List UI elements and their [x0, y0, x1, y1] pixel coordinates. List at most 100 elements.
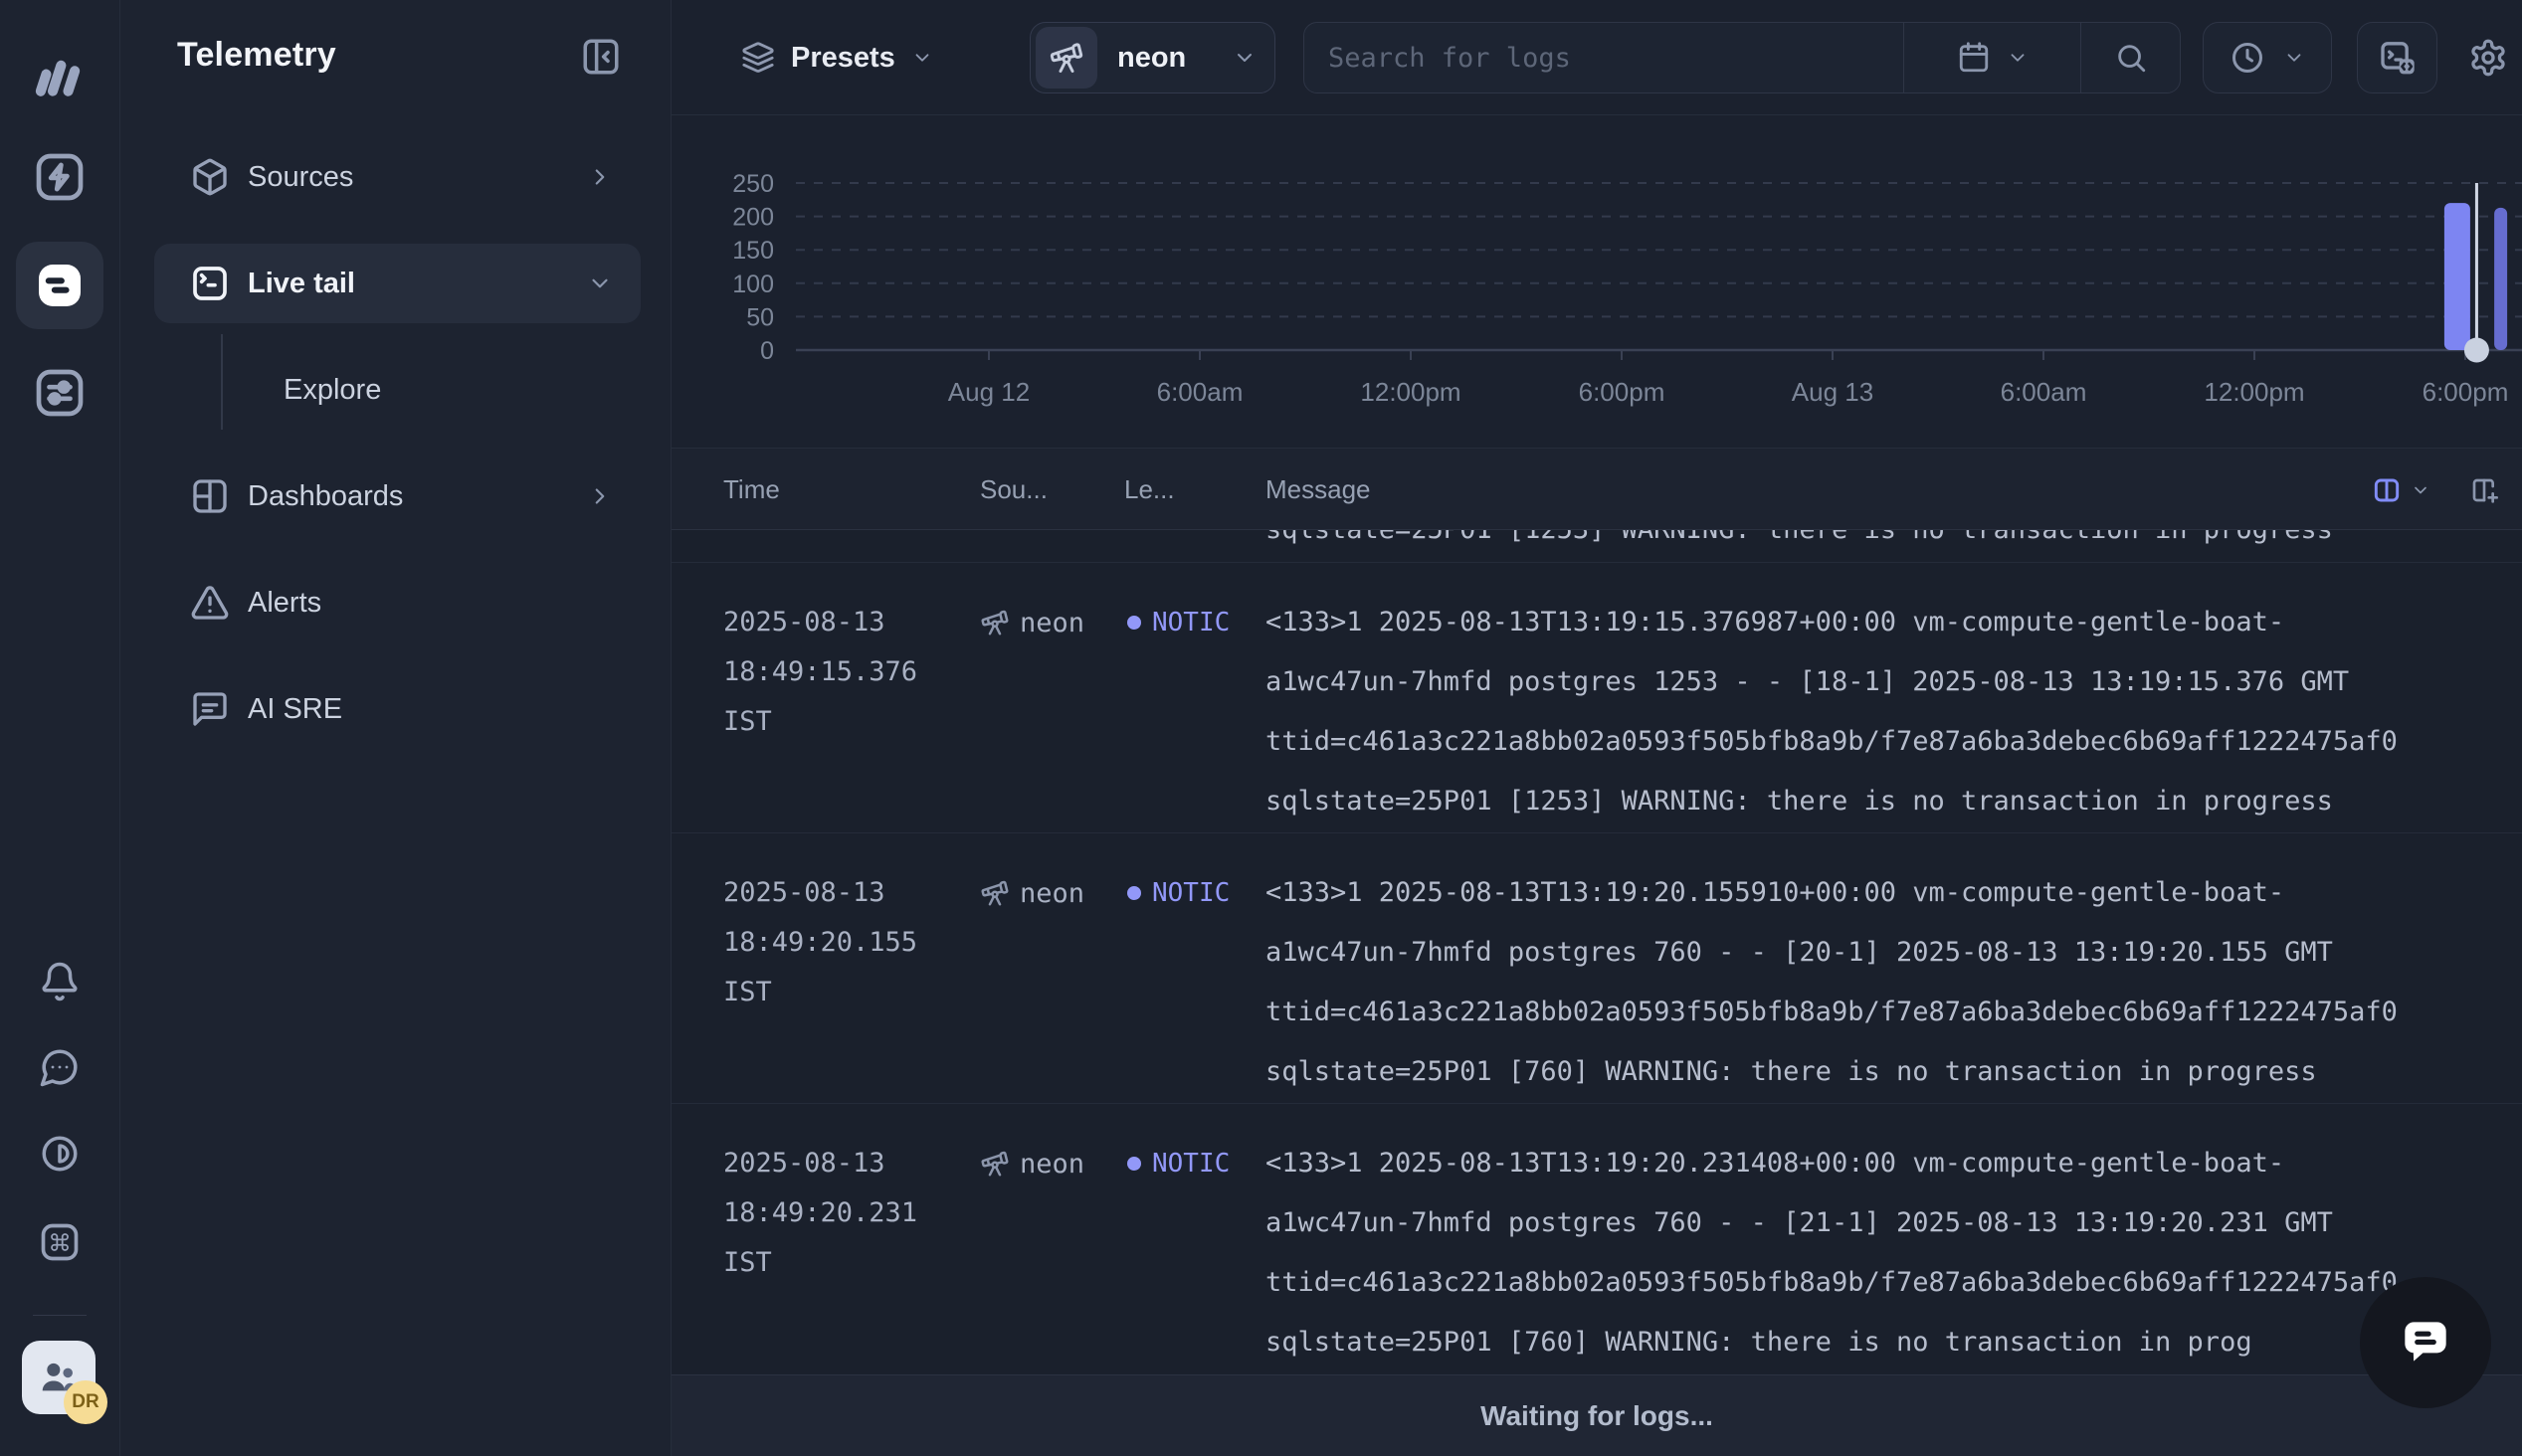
presets-label: Presets — [791, 42, 895, 75]
calendar-icon — [1957, 41, 1991, 75]
chevron-down-icon — [1233, 46, 1257, 70]
log-source-name: neon — [1020, 608, 1084, 638]
chat-launcher-button[interactable] — [2360, 1277, 2491, 1408]
log-row-partial[interactable]: sqlstate=25P01 [1253] WARNING: there is … — [672, 530, 2522, 562]
icon-rail: DR — [0, 0, 120, 1456]
pipelines-sliders-icon[interactable] — [32, 365, 88, 421]
chat-bubble-icon — [2395, 1312, 2456, 1373]
svg-text:Aug 12: Aug 12 — [948, 377, 1030, 407]
log-source: neon — [980, 1134, 1084, 1193]
log-row[interactable]: 2025-08-1318:49:20.155IST neon NOTIC <13… — [672, 832, 2522, 1103]
logs-icon[interactable] — [32, 258, 88, 313]
cube-icon — [190, 157, 230, 197]
column-layout-dropdown[interactable] — [2371, 474, 2430, 506]
chevron-down-icon — [2007, 47, 2029, 69]
table-tools — [2371, 449, 2500, 531]
chevron-right-icon — [587, 164, 613, 190]
sidebar-item-sources[interactable]: Sources — [154, 137, 641, 217]
waiting-for-logs-status: Waiting for logs... — [1480, 1400, 1713, 1432]
add-column-button[interactable] — [2468, 474, 2500, 506]
middleware-logo[interactable] — [33, 52, 87, 101]
rail-divider — [33, 1315, 87, 1316]
sidebar-collapse-icon[interactable] — [580, 36, 622, 78]
sidebar-item-live-tail[interactable]: Live tail — [154, 244, 641, 323]
topbar: Presets neon — [672, 0, 2522, 115]
quick-actions-zap-icon[interactable] — [32, 149, 88, 205]
log-row[interactable]: 2025-08-1318:49:20.231IST neon NOTIC <13… — [672, 1103, 2522, 1373]
add-column-icon — [2468, 474, 2500, 506]
sidebar: Telemetry Sources Live tail Explore — [120, 0, 672, 1456]
layers-icon — [741, 41, 775, 75]
log-level-label: NOTIC — [1152, 608, 1230, 637]
svg-text:12:00pm: 12:00pm — [1360, 377, 1460, 407]
column-header-time[interactable]: Time — [723, 449, 780, 531]
log-table-header: Time Sou... Le... Message — [672, 448, 2522, 530]
level-dot-icon — [1127, 616, 1141, 630]
chevron-right-icon — [587, 483, 613, 509]
svg-text:6:00am: 6:00am — [1157, 377, 1244, 407]
svg-text:250: 250 — [732, 170, 774, 198]
theme-contrast-icon[interactable] — [39, 1133, 81, 1175]
dashboard-grid-icon — [190, 476, 230, 516]
log-source-name: neon — [1020, 878, 1084, 909]
settings-gear-icon[interactable] — [2468, 38, 2508, 78]
logs-volume-chart-wrap: 050100150200250Aug 126:00am12:00pm6:00pm… — [672, 115, 2522, 448]
sidebar-item-alerts[interactable]: Alerts — [154, 563, 641, 642]
sidebar-item-explore[interactable]: Explore — [154, 350, 641, 430]
log-source: neon — [980, 863, 1084, 923]
notifications-bell-icon[interactable] — [39, 961, 81, 1002]
sidebar-item-label: Dashboards — [248, 480, 587, 513]
user-avatar[interactable]: DR — [22, 1341, 96, 1414]
live-tail-terminal-button[interactable] — [2357, 22, 2437, 93]
log-search-bar — [1303, 22, 2181, 93]
svg-text:50: 50 — [746, 303, 774, 331]
column-header-message[interactable]: Message — [1265, 449, 1371, 531]
main-content: Presets neon — [672, 0, 2522, 1456]
source-filter-value: neon — [1117, 42, 1213, 75]
telescope-icon — [980, 878, 1010, 908]
column-header-level[interactable]: Le... — [1124, 449, 1175, 531]
feedback-chat-icon[interactable] — [39, 1046, 81, 1088]
user-initials-badge: DR — [64, 1380, 107, 1424]
page-title: Telemetry — [177, 36, 336, 75]
telescope-icon — [1036, 27, 1097, 89]
svg-text:6:00pm: 6:00pm — [1579, 377, 1665, 407]
telescope-icon — [980, 608, 1010, 637]
search-icon — [2114, 41, 2148, 75]
log-source: neon — [980, 593, 1084, 652]
log-message: <133>1 2025-08-13T13:19:20.231408+00:00 … — [1265, 1134, 2522, 1372]
terminal-code-icon — [2378, 38, 2418, 78]
logs-volume-chart[interactable]: 050100150200250Aug 126:00am12:00pm6:00pm… — [672, 115, 2522, 448]
sidebar-nav: Sources Live tail Explore Dashboards — [120, 137, 671, 776]
svg-text:6:00pm: 6:00pm — [2423, 377, 2509, 407]
time-range-dropdown[interactable] — [2203, 22, 2332, 93]
svg-text:0: 0 — [760, 337, 774, 365]
column-header-source[interactable]: Sou... — [980, 449, 1048, 531]
svg-text:12:00pm: 12:00pm — [2204, 377, 2304, 407]
log-level: NOTIC — [1127, 1134, 1230, 1193]
search-input[interactable] — [1304, 23, 1903, 92]
svg-text:100: 100 — [732, 271, 774, 298]
status-bar: Waiting for logs... — [672, 1374, 2522, 1456]
chevron-down-icon — [2411, 480, 2430, 500]
source-filter-dropdown[interactable]: neon — [1030, 22, 1275, 93]
log-level: NOTIC — [1127, 593, 1230, 652]
sidebar-item-label: Alerts — [248, 587, 613, 620]
presets-dropdown[interactable]: Presets — [741, 0, 933, 115]
level-dot-icon — [1127, 1157, 1141, 1171]
search-submit[interactable] — [2080, 23, 2180, 92]
chevron-down-icon — [911, 47, 933, 69]
svg-text:Aug 13: Aug 13 — [1792, 377, 1873, 407]
svg-text:200: 200 — [732, 204, 774, 232]
shortcuts-command-icon[interactable] — [38, 1220, 82, 1264]
sidebar-item-label: Live tail — [248, 268, 587, 300]
terminal-icon — [190, 264, 230, 303]
log-level-label: NOTIC — [1152, 1149, 1230, 1179]
sidebar-item-dashboards[interactable]: Dashboards — [154, 456, 641, 536]
log-source-name: neon — [1020, 1149, 1084, 1180]
log-time: 2025-08-1318:49:20.155IST — [723, 868, 972, 1017]
date-range-picker[interactable] — [1903, 23, 2080, 92]
log-message: <133>1 2025-08-13T13:19:20.155910+00:00 … — [1265, 863, 2522, 1102]
log-row[interactable]: 2025-08-1318:49:15.376IST neon NOTIC <13… — [672, 562, 2522, 832]
sidebar-item-ai-sre[interactable]: AI SRE — [154, 669, 641, 749]
